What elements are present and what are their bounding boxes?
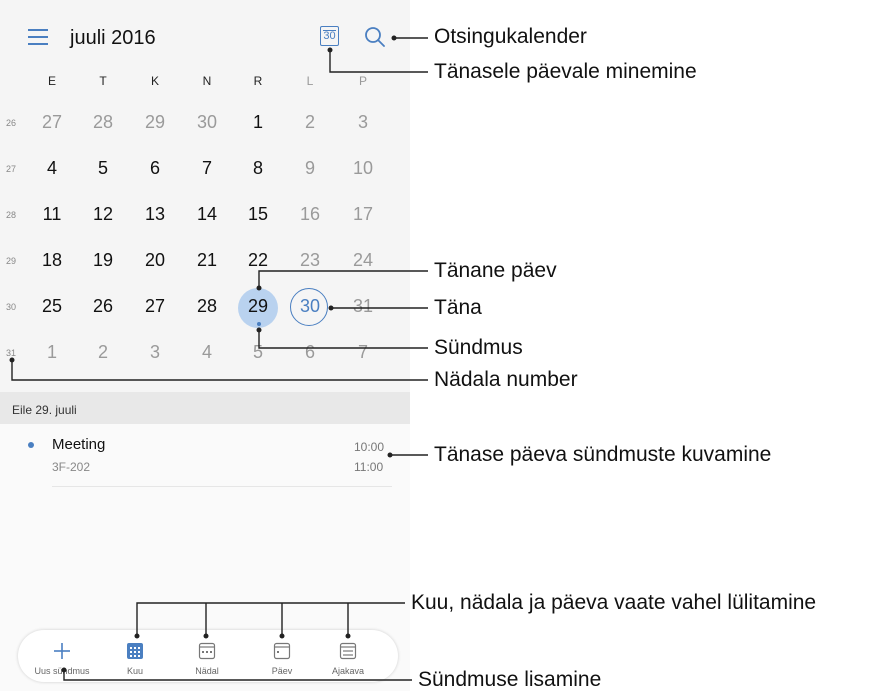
callout-week-number: Nädala number: [434, 368, 578, 391]
callout-event: Sündmus: [434, 336, 523, 359]
callout-day-events: Tänase päeva sündmuste kuvamine: [434, 443, 772, 466]
callout-add-event: Sündmuse lisamine: [418, 668, 602, 691]
callout-go-today: Tänasele päevale minemine: [434, 60, 697, 83]
callout-selected-day: Tänane päev: [434, 259, 557, 282]
callout-view-switch: Kuu, nädala ja päeva vaate vahel lülitam…: [411, 591, 817, 614]
callout-today: Täna: [434, 296, 482, 319]
callout-search: Otsingukalender: [434, 25, 587, 48]
